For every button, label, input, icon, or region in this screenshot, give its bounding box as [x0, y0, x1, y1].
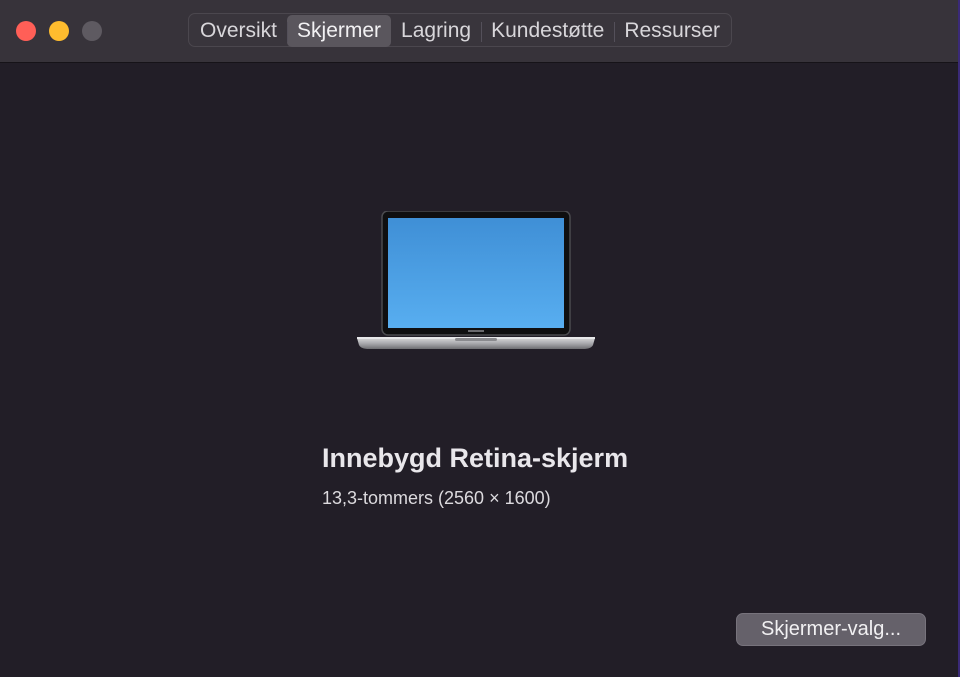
- tab-ressurser[interactable]: Ressurser: [614, 15, 730, 47]
- tab-oversikt[interactable]: Oversikt: [190, 15, 287, 47]
- about-this-mac-window: Oversikt Skjermer Lagring Kundestøtte Re…: [0, 0, 960, 677]
- tab-bar: Oversikt Skjermer Lagring Kundestøtte Re…: [188, 13, 733, 47]
- minimize-icon[interactable]: [49, 21, 69, 41]
- display-settings-button[interactable]: Skjermer-valg...: [736, 613, 926, 646]
- tab-skjermer[interactable]: Skjermer: [287, 15, 392, 47]
- tab-lagring[interactable]: Lagring: [391, 15, 481, 47]
- display-name: Innebygd Retina-skjerm: [322, 443, 629, 473]
- close-icon[interactable]: [16, 21, 36, 41]
- zoom-icon[interactable]: [82, 21, 102, 41]
- title-bar: Oversikt Skjermer Lagring Kundestøtte Re…: [0, 0, 958, 63]
- displays-panel: Innebygd Retina-skjerm 13,3-tommers (256…: [0, 63, 958, 677]
- display-spec: 13,3-tommers (2560 × 1600): [322, 488, 551, 508]
- macbook-pro-icon: [357, 211, 595, 349]
- tab-kundestotte[interactable]: Kundestøtte: [481, 15, 614, 47]
